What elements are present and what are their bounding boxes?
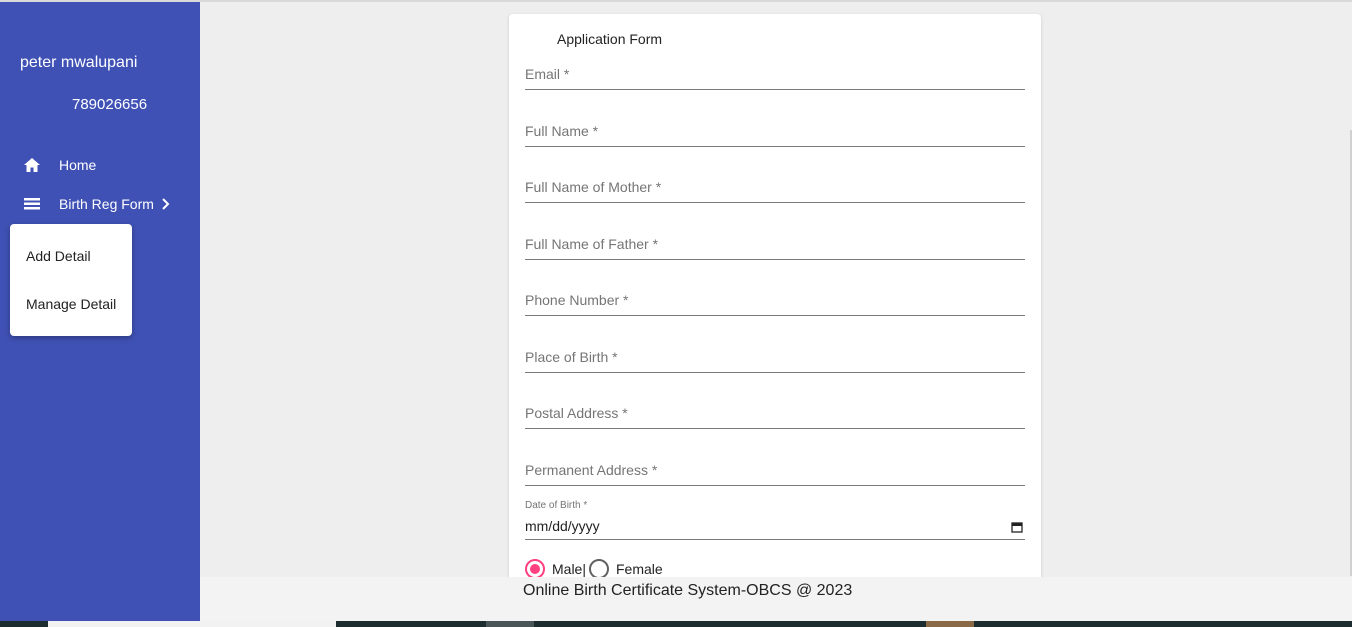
field-label: Place of Birth * (525, 349, 618, 365)
chevron-right-icon (160, 197, 172, 211)
taskbar-segment (926, 621, 974, 627)
taskbar-segment (486, 621, 534, 627)
field-label: Permanent Address * (525, 462, 658, 478)
top-border (0, 0, 1352, 2)
taskbar-strip (0, 621, 1352, 627)
mother-name-field[interactable]: Full Name of Mother * (525, 179, 1025, 203)
date-of-birth-field[interactable]: mm/dd/yyyy (525, 516, 1025, 540)
footer-text: Online Birth Certificate System-OBCS @ 2… (523, 582, 853, 599)
date-of-birth-value: mm/dd/yyyy (525, 518, 600, 534)
female-radio[interactable] (588, 559, 609, 579)
birth-reg-submenu: Add Detail Manage Detail (10, 224, 132, 336)
submenu-item-manage-detail[interactable]: Manage Detail (26, 296, 116, 312)
date-of-birth-label: Date of Birth * (525, 500, 588, 511)
sidebar-item-label: Birth Reg Form (59, 196, 154, 212)
submenu-item-add-detail[interactable]: Add Detail (26, 248, 91, 264)
email-field[interactable]: Email * (525, 66, 1025, 90)
user-name: peter mwalupani (20, 54, 138, 71)
sidebar-item-home[interactable]: Home (0, 148, 200, 182)
postal-address-field[interactable]: Postal Address * (525, 405, 1025, 429)
calendar-icon[interactable] (1011, 520, 1023, 533)
field-label: Full Name of Mother * (525, 179, 662, 195)
sidebar-item-birth-reg-form[interactable]: Birth Reg Form (0, 187, 200, 221)
field-label: Full Name * (525, 123, 599, 139)
sidebar-item-label: Home (59, 157, 97, 173)
footer: Online Birth Certificate System-OBCS @ 2… (200, 577, 1352, 621)
phone-number-field[interactable]: Phone Number * (525, 292, 1025, 316)
male-radio[interactable] (525, 559, 545, 579)
female-radio-label: Female (615, 561, 663, 577)
field-label: Email * (525, 66, 570, 82)
user-phone: 789026656 (72, 96, 148, 113)
application-form-card: Application Form Email * Full Name * Ful… (509, 14, 1041, 594)
place-of-birth-field[interactable]: Place of Birth * (525, 349, 1025, 373)
field-label: Phone Number * (525, 292, 629, 308)
full-name-field[interactable]: Full Name * (525, 123, 1025, 147)
field-label: Full Name of Father * (525, 236, 659, 252)
field-label: Postal Address * (525, 405, 628, 421)
form-title: Application Form (557, 31, 663, 47)
list-icon (23, 195, 41, 213)
taskbar-segment (48, 621, 336, 627)
male-radio-label: Male| (552, 561, 586, 577)
sidebar: peter mwalupani 789026656 Home Birth Reg… (0, 2, 200, 621)
home-icon (23, 156, 41, 174)
permanent-address-field[interactable]: Permanent Address * (525, 462, 1025, 486)
father-name-field[interactable]: Full Name of Father * (525, 236, 1025, 260)
